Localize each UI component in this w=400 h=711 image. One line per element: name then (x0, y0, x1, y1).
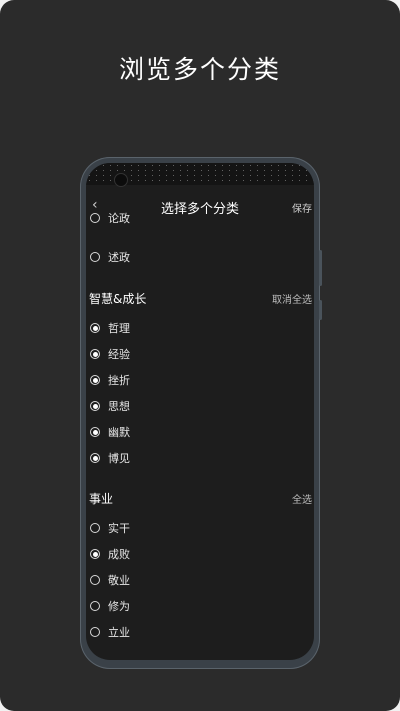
radio-icon (90, 401, 100, 411)
radio-icon (90, 453, 100, 463)
list-item[interactable]: 成败 (86, 543, 314, 567)
section-title: 事业 (89, 492, 114, 506)
section-title: 智慧&成长 (89, 292, 147, 306)
list-item[interactable]: 经验 (86, 343, 314, 367)
list-item[interactable]: 挫折 (86, 369, 314, 393)
phone-side-button (319, 250, 322, 286)
select-all-button[interactable]: 全选 (292, 491, 312, 506)
list-item[interactable]: 敬业 (86, 569, 314, 593)
list-item[interactable]: 幽默 (86, 421, 314, 445)
radio-icon (90, 601, 100, 611)
section-header: 事业 全选 (86, 487, 314, 511)
item-label: 哲理 (108, 322, 130, 335)
item-label: 论政 (108, 212, 130, 225)
item-label: 经验 (108, 348, 130, 361)
item-label: 立业 (108, 626, 130, 639)
list-item[interactable]: 哲理 (86, 317, 314, 341)
list-item[interactable]: 思想 (86, 395, 314, 419)
list-item[interactable]: 实干 (86, 517, 314, 541)
list-item[interactable]: 论政 (86, 211, 314, 225)
radio-icon (90, 549, 100, 559)
radio-icon (90, 627, 100, 637)
list-item[interactable]: 述政 (86, 246, 314, 270)
item-label: 博见 (108, 452, 130, 465)
radio-icon (90, 323, 100, 333)
item-label: 实干 (108, 522, 130, 535)
section-header: 智慧&成长 取消全选 (86, 287, 314, 311)
item-label: 幽默 (108, 426, 130, 439)
promo-card: 浏览多个分类 ‹ 选择多个分类 保存 论政 述政 智慧&成长 取消全选 哲理 经… (0, 0, 400, 711)
list-item[interactable]: 博见 (86, 447, 314, 471)
item-label: 思想 (108, 400, 130, 413)
radio-icon (90, 252, 100, 262)
phone-side-button (319, 300, 322, 320)
list-item[interactable]: 修为 (86, 595, 314, 619)
phone-screen: ‹ 选择多个分类 保存 论政 述政 智慧&成长 取消全选 哲理 经验 挫折 思想… (86, 163, 314, 660)
radio-icon (90, 427, 100, 437)
item-label: 敬业 (108, 574, 130, 587)
item-label: 成败 (108, 548, 130, 561)
deselect-all-button[interactable]: 取消全选 (272, 291, 312, 306)
radio-icon (90, 523, 100, 533)
camera-icon (114, 173, 128, 187)
item-label: 挫折 (108, 374, 130, 387)
radio-icon (90, 375, 100, 385)
radio-icon (90, 213, 100, 223)
list-item[interactable]: 立业 (86, 621, 314, 645)
radio-icon (90, 575, 100, 585)
radio-icon (90, 349, 100, 359)
headline: 浏览多个分类 (118, 55, 281, 84)
item-label: 修为 (108, 600, 130, 613)
item-label: 述政 (108, 251, 130, 264)
